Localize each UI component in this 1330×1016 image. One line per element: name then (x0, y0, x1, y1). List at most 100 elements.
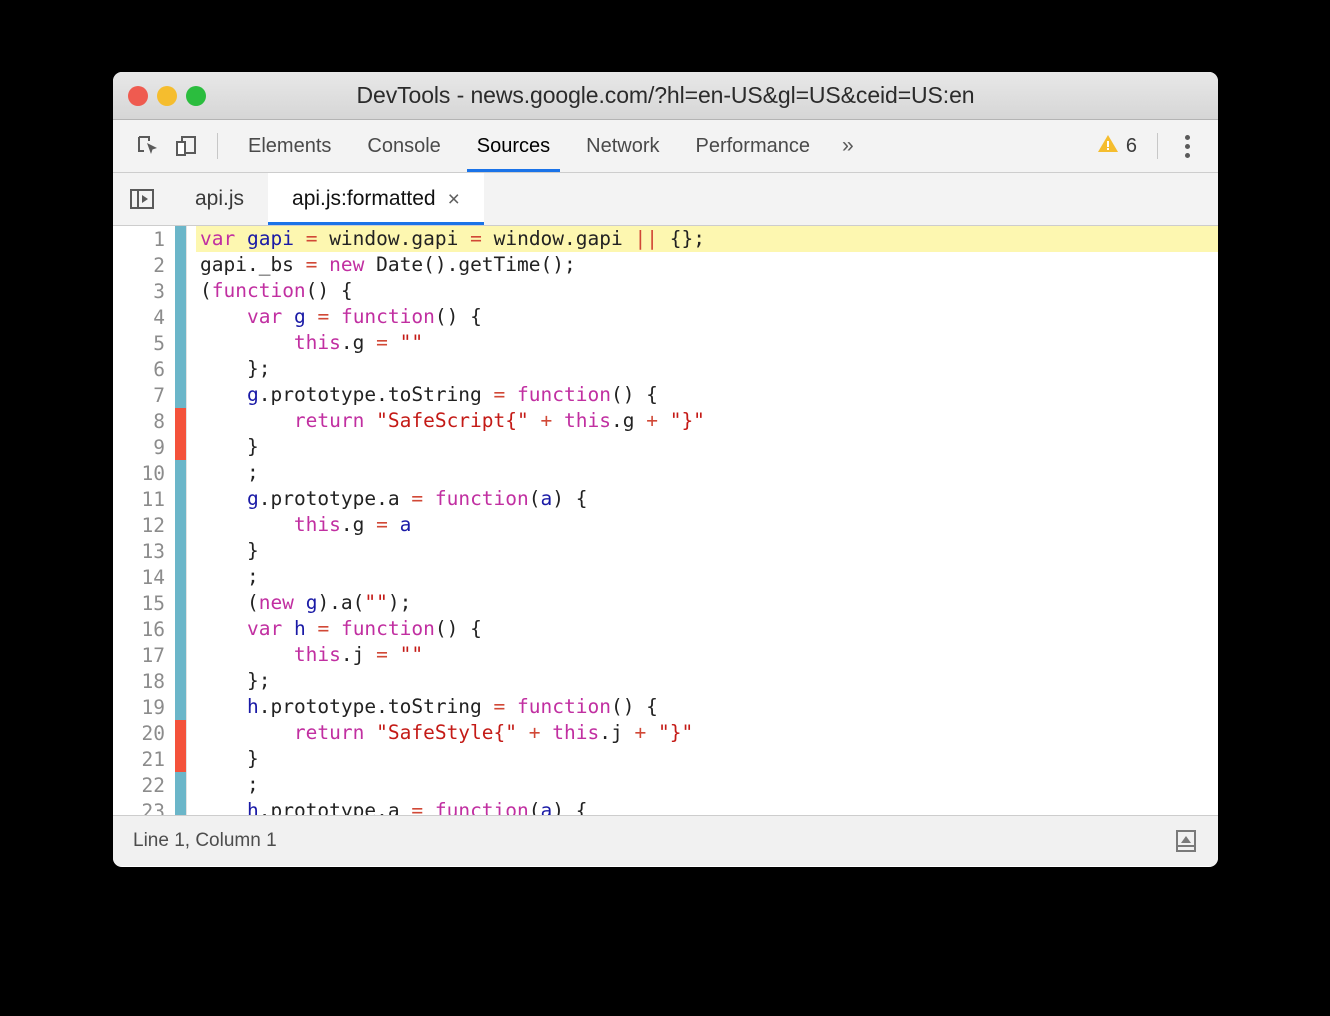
code-line[interactable]: 4 var g = function() { (113, 304, 1218, 330)
code-line[interactable]: 16 var h = function() { (113, 616, 1218, 642)
line-number: 22 (141, 773, 165, 797)
line-number: 6 (153, 357, 165, 381)
window-titlebar: DevTools - news.google.com/?hl=en-US&gl=… (113, 72, 1218, 120)
code-line[interactable]: 22 ; (113, 772, 1218, 798)
gutter-divider (186, 252, 196, 278)
code-line[interactable]: 6 }; (113, 356, 1218, 382)
gutter-divider (186, 460, 196, 486)
code-line[interactable]: 14 ; (113, 564, 1218, 590)
source-tab-api-js-formatted-label: api.js:formatted (292, 187, 436, 210)
code-line[interactable]: 9 } (113, 434, 1218, 460)
code-line[interactable]: 19 h.prototype.toString = function() { (113, 694, 1218, 720)
code-text: var h = function() { (246, 617, 482, 640)
gutter-divider (186, 382, 196, 408)
screen: DevTools - news.google.com/?hl=en-US&gl=… (0, 0, 1330, 1016)
coverage-marker-covered (175, 460, 186, 486)
line-number: 14 (141, 565, 165, 589)
code-line[interactable]: 20 return "SafeStyle{" + this.j + "}" (113, 720, 1218, 746)
tab-network[interactable]: Network (568, 120, 677, 172)
code-line[interactable]: 5 this.g = "" (113, 330, 1218, 356)
kebab-menu-icon[interactable] (1170, 120, 1204, 172)
line-number: 4 (153, 305, 165, 329)
tab-console[interactable]: Console (349, 120, 458, 172)
code-line[interactable]: 15 (new g).a(""); (113, 590, 1218, 616)
tab-performance-label: Performance (695, 134, 811, 157)
gutter-divider (186, 330, 196, 356)
code-text: }; (200, 669, 271, 692)
tab-sources[interactable]: Sources (459, 120, 568, 172)
code-text: g.prototype.toString = function() { (246, 383, 658, 406)
coverage-marker-covered (175, 564, 186, 590)
code-line[interactable]: 3 (function() { (113, 278, 1218, 304)
close-window-button[interactable] (128, 85, 148, 106)
coverage-marker-covered (175, 226, 186, 252)
code-line[interactable]: 11 g.prototype.a = function(a) { (113, 486, 1218, 512)
code-text: gapi._bs = new Date().getTime(); (200, 253, 576, 276)
tab-performance[interactable]: Performance (678, 120, 829, 172)
line-number: 1 (153, 227, 165, 251)
coverage-marker-uncovered (175, 434, 186, 460)
code-text: (function() { (200, 279, 353, 302)
line-number: 21 (141, 747, 165, 771)
code-text: ; (200, 773, 259, 796)
gutter-divider (186, 434, 196, 460)
coverage-marker-covered (175, 772, 186, 798)
coverage-marker-covered (175, 694, 186, 720)
close-tab-icon[interactable]: × (448, 189, 460, 210)
gutter-divider (186, 642, 196, 668)
source-tab-api-js-label: api.js (195, 187, 245, 210)
code-text: h.prototype.toString = function() { (246, 695, 658, 718)
coverage-marker-covered (175, 278, 186, 304)
line-number: 13 (141, 539, 165, 563)
code-text: this.j = "" (293, 643, 424, 666)
line-number: 2 (153, 253, 165, 277)
code-line[interactable]: 1 var gapi = window.gapi = window.gapi ||… (113, 226, 1218, 252)
toolbar-right-group: 6 (1089, 120, 1204, 172)
device-toolbar-icon[interactable] (167, 127, 205, 165)
warning-badge[interactable]: 6 (1089, 133, 1145, 160)
tab-elements[interactable]: Elements (230, 120, 349, 172)
code-line[interactable]: 7 g.prototype.toString = function() { (113, 382, 1218, 408)
code-line[interactable]: 12 this.g = a (113, 512, 1218, 538)
code-line[interactable]: 17 this.j = "" (113, 642, 1218, 668)
line-number: 10 (141, 461, 165, 485)
line-number: 5 (153, 331, 165, 355)
code-line[interactable]: 23 h.prototype.a = function(a) { (113, 798, 1218, 815)
minimize-window-button[interactable] (157, 85, 177, 106)
coverage-marker-uncovered (175, 408, 186, 434)
coverage-marker-covered (175, 642, 186, 668)
code-text: } (200, 747, 259, 770)
more-panels-chevron-icon[interactable]: » (828, 120, 868, 172)
gutter-divider (186, 538, 196, 564)
coverage-marker-covered (175, 668, 186, 694)
code-text: g.prototype.a = function(a) { (246, 487, 588, 510)
code-line[interactable]: 10 ; (113, 460, 1218, 486)
code-line[interactable]: 13 } (113, 538, 1218, 564)
devtools-main-toolbar: Elements Console Sources Network Perform… (113, 120, 1218, 173)
code-line[interactable]: 21 } (113, 746, 1218, 772)
show-drawer-icon[interactable] (1168, 823, 1204, 859)
coverage-marker-covered (175, 252, 186, 278)
gutter-divider (186, 720, 196, 746)
coverage-marker-covered (175, 798, 186, 815)
line-number: 20 (141, 721, 165, 745)
source-tab-api-js-formatted[interactable]: api.js:formatted × (268, 173, 484, 225)
gutter-divider (186, 486, 196, 512)
inspect-element-icon[interactable] (129, 127, 167, 165)
line-number: 11 (141, 487, 165, 511)
tab-console-label: Console (367, 134, 441, 157)
gutter-divider (186, 798, 196, 815)
line-number: 9 (153, 435, 165, 459)
source-tab-api-js[interactable]: api.js (171, 173, 268, 225)
code-line[interactable]: 2 gapi._bs = new Date().getTime(); (113, 252, 1218, 278)
gutter-divider (186, 278, 196, 304)
maximize-window-button[interactable] (186, 85, 206, 106)
code-text: return "SafeScript{" + this.g + "}" (293, 409, 705, 432)
warning-count: 6 (1125, 134, 1137, 157)
show-navigator-icon[interactable] (113, 173, 171, 225)
code-line[interactable]: 18 }; (113, 668, 1218, 694)
code-line[interactable]: 8 return "SafeScript{" + this.g + "}" (113, 408, 1218, 434)
line-number: 23 (141, 799, 165, 816)
line-number: 7 (153, 383, 165, 407)
source-code-editor[interactable]: 1 var gapi = window.gapi = window.gapi ||… (113, 226, 1218, 815)
